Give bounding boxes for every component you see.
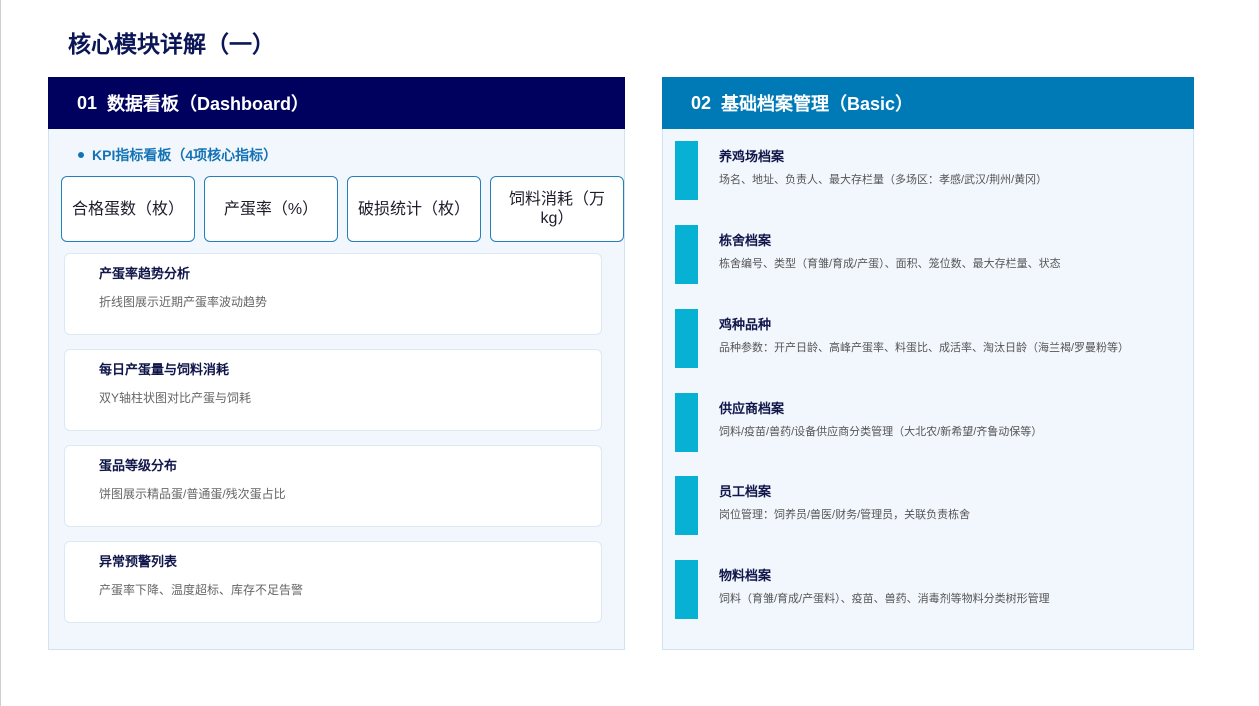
- accent-bar: [675, 225, 698, 284]
- card-title: 每日产蛋量与饲料消耗: [99, 362, 230, 377]
- dashboard-card: 蛋品等级分布 饼图展示精品蛋/普通蛋/残次蛋占比: [64, 445, 602, 527]
- archive-item-desc: 栋舍编号、类型（育雏/育成/产蛋）、面积、笼位数、最大存栏量、状态: [719, 258, 1061, 270]
- kpi-laying-rate: 产蛋率（%）: [204, 176, 338, 242]
- dashboard-panel: 01 数据看板（Dashboard） KPI指标看板（4项核心指标） 合格蛋数（…: [48, 77, 625, 650]
- archive-item-title: 供应商档案: [719, 401, 785, 416]
- archive-item: 物料档案 饲料（育雏/育成/产蛋料）、疫苗、兽药、消毒剂等物料分类树形管理: [675, 560, 1180, 619]
- page-edge-divider: [0, 0, 1, 706]
- card-title: 异常预警列表: [99, 554, 178, 569]
- kpi-feed-consumption: 饲料消耗（万kg）: [490, 176, 624, 242]
- basic-number: 02: [691, 92, 712, 113]
- card-title: 产蛋率趋势分析: [99, 266, 191, 281]
- archive-item-title: 栋舍档案: [719, 233, 772, 248]
- archive-item-desc: 饲料（育雏/育成/产蛋料）、疫苗、兽药、消毒剂等物料分类树形管理: [719, 593, 1050, 605]
- archive-item-title: 养鸡场档案: [719, 149, 785, 164]
- accent-bar: [675, 393, 698, 452]
- kpi-breakage: 破损统计（枚）: [347, 176, 481, 242]
- archive-item-desc: 场名、地址、负责人、最大存栏量（多场区：孝感/武汉/荆州/黄冈）: [719, 174, 1048, 186]
- dashboard-card: 产蛋率趋势分析 折线图展示近期产蛋率波动趋势: [64, 253, 602, 335]
- card-desc: 产蛋率下降、温度超标、库存不足告警: [99, 583, 304, 597]
- archive-item: 养鸡场档案 场名、地址、负责人、最大存栏量（多场区：孝感/武汉/荆州/黄冈）: [675, 141, 1180, 200]
- bullet-icon: [78, 152, 84, 158]
- card-desc: 折线图展示近期产蛋率波动趋势: [99, 295, 268, 309]
- archive-item-desc: 品种参数：开产日龄、高峰产蛋率、料蛋比、成活率、淘汰日龄（海兰褐/罗曼粉等）: [719, 342, 1130, 354]
- archive-item: 鸡种品种 品种参数：开产日龄、高峰产蛋率、料蛋比、成活率、淘汰日龄（海兰褐/罗曼…: [675, 309, 1180, 368]
- dashboard-number: 01: [77, 92, 98, 113]
- accent-bar: [675, 141, 698, 200]
- archive-item-title: 物料档案: [719, 568, 772, 583]
- page-title: 核心模块详解（一）: [68, 31, 275, 57]
- archive-item-title: 员工档案: [719, 484, 772, 499]
- basic-label: 基础档案管理（Basic）: [721, 94, 914, 114]
- kpi-qualified-eggs: 合格蛋数（枚）: [61, 176, 195, 242]
- archive-item: 员工档案 岗位管理：饲养员/兽医/财务/管理员，关联负责栋舍: [675, 476, 1180, 535]
- kpi-section-label: KPI指标看板（4项核心指标）: [92, 147, 278, 163]
- dashboard-header: 01 数据看板（Dashboard）: [48, 77, 625, 129]
- dashboard-card: 异常预警列表 产蛋率下降、温度超标、库存不足告警: [64, 541, 602, 623]
- dashboard-label: 数据看板（Dashboard）: [107, 94, 310, 114]
- card-desc: 饼图展示精品蛋/普通蛋/残次蛋占比: [99, 487, 286, 501]
- basic-panel: 02 基础档案管理（Basic） 养鸡场档案 场名、地址、负责人、最大存栏量（多…: [662, 77, 1194, 650]
- kpi-row: 合格蛋数（枚） 产蛋率（%） 破损统计（枚） 饲料消耗（万kg）: [61, 176, 624, 242]
- card-desc: 双Y轴柱状图对比产蛋与饲耗: [99, 391, 252, 405]
- basic-header: 02 基础档案管理（Basic）: [662, 77, 1194, 129]
- archive-item: 供应商档案 饲料/疫苗/兽药/设备供应商分类管理（大北农/新希望/齐鲁动保等）: [675, 393, 1180, 452]
- kpi-section-title: KPI指标看板（4项核心指标）: [78, 146, 277, 164]
- card-title: 蛋品等级分布: [99, 458, 178, 473]
- accent-bar: [675, 476, 698, 535]
- accent-bar: [675, 309, 698, 368]
- archive-item-title: 鸡种品种: [719, 317, 772, 332]
- archive-item-desc: 饲料/疫苗/兽药/设备供应商分类管理（大北农/新希望/齐鲁动保等）: [719, 426, 1043, 438]
- archive-item-desc: 岗位管理：饲养员/兽医/财务/管理员，关联负责栋舍: [719, 509, 971, 521]
- accent-bar: [675, 560, 698, 619]
- dashboard-card: 每日产蛋量与饲料消耗 双Y轴柱状图对比产蛋与饲耗: [64, 349, 602, 431]
- archive-item: 栋舍档案 栋舍编号、类型（育雏/育成/产蛋）、面积、笼位数、最大存栏量、状态: [675, 225, 1180, 284]
